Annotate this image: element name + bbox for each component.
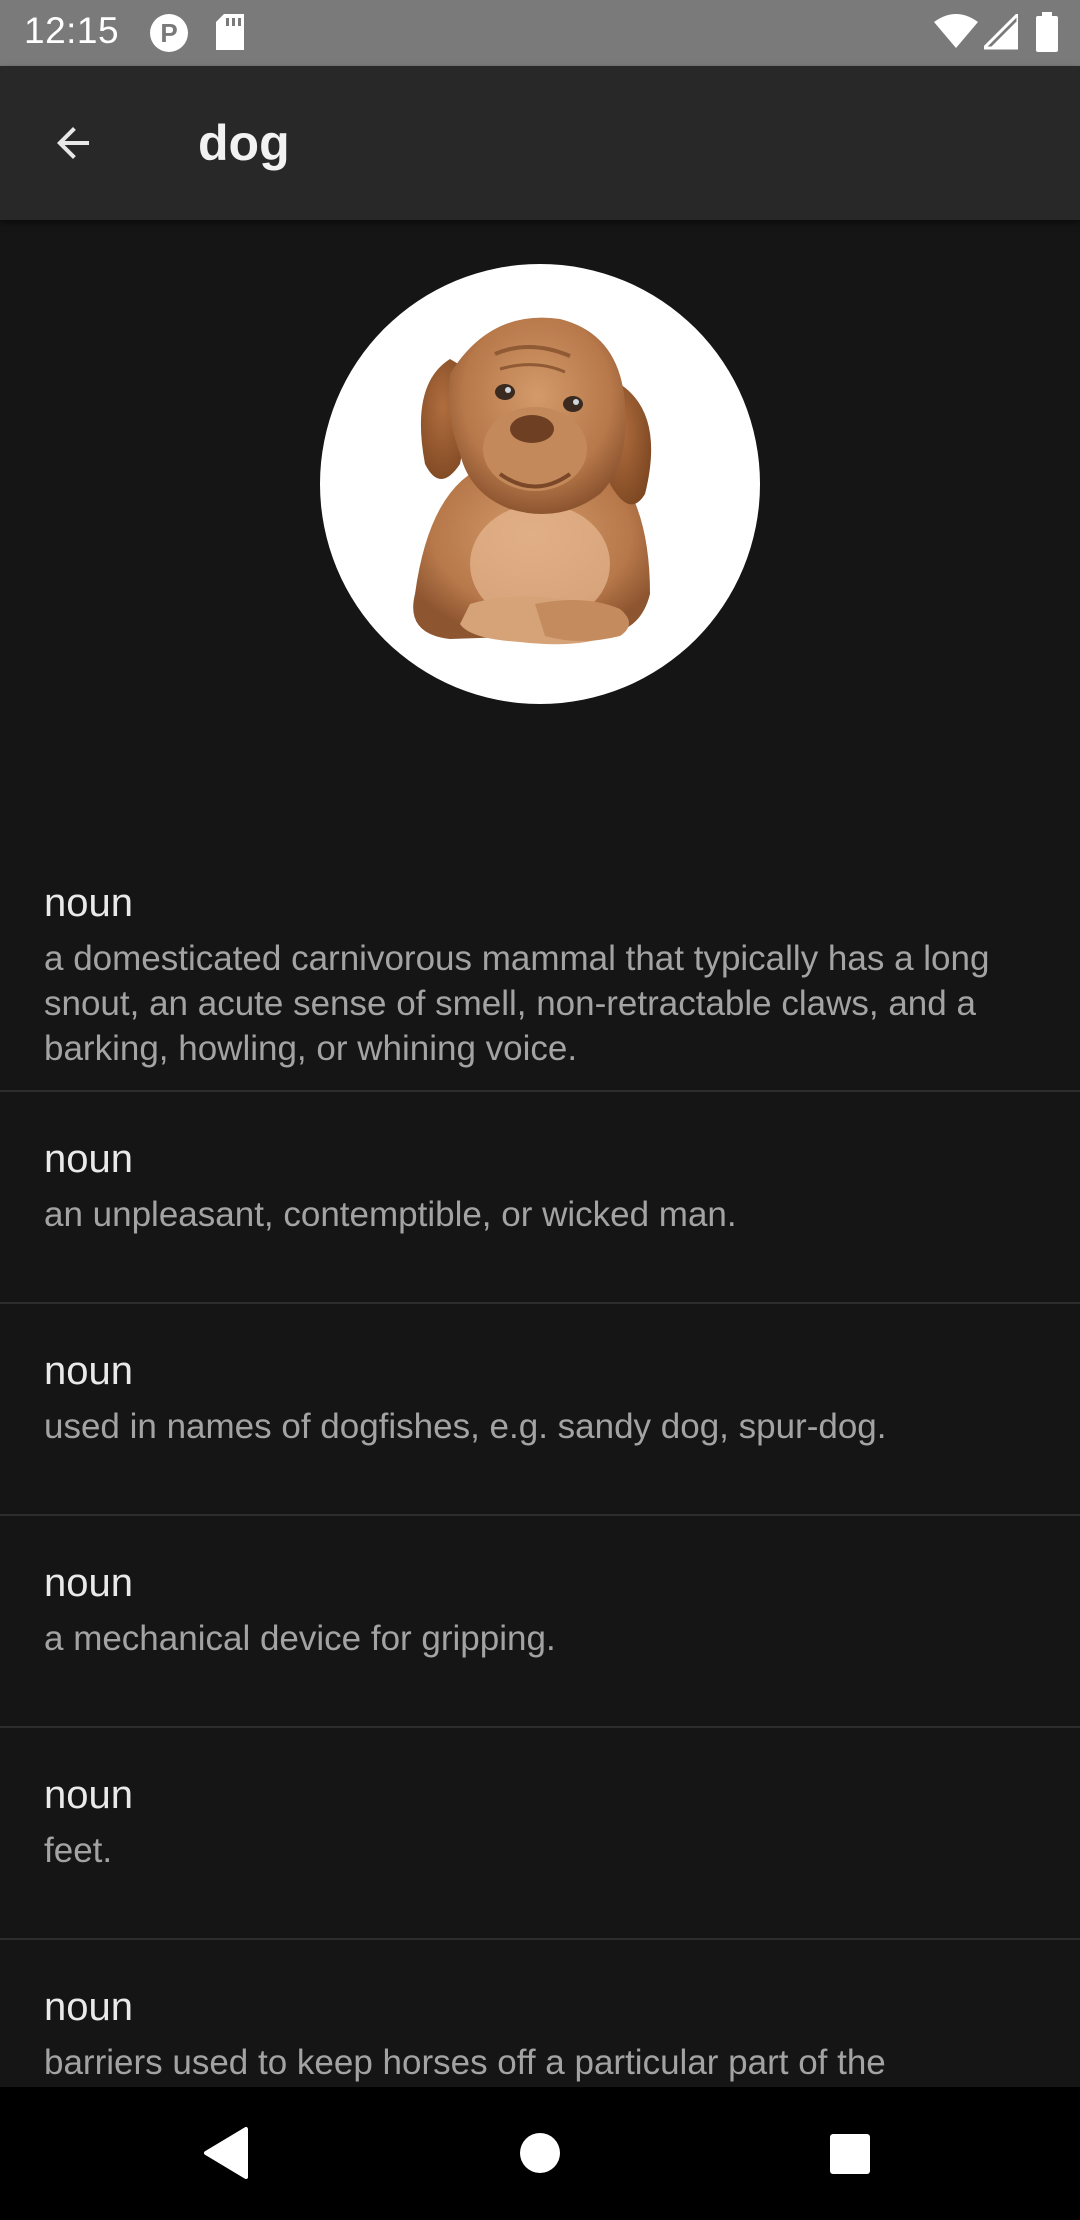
definition-item[interactable]: noun a mechanical device for gripping. (0, 1516, 1080, 1728)
definition-item[interactable]: noun an unpleasant, contemptible, or wic… (0, 1092, 1080, 1304)
part-of-speech: noun (44, 1561, 133, 1605)
app-bar: dog (0, 66, 1080, 220)
definitions-list: noun a domesticated carnivorous mammal t… (0, 860, 1080, 2152)
square-recents-icon[interactable] (830, 2134, 870, 2174)
part-of-speech: noun (44, 1349, 133, 1393)
signal-icon (984, 14, 1018, 50)
parking-notification-icon: P (150, 14, 188, 52)
back-button[interactable] (40, 110, 106, 176)
triangle-back-icon[interactable] (202, 2125, 252, 2181)
definition-item[interactable]: noun used in names of dogfishes, e.g. sa… (0, 1304, 1080, 1516)
circle-home-icon[interactable] (520, 2133, 560, 2173)
part-of-speech: noun (44, 1985, 133, 2029)
screen: 12:15 P dog noun a domesticated carnivor… (0, 0, 1080, 2220)
definition-text: a mechanical device for gripping. (44, 1619, 556, 1658)
battery-icon (1036, 12, 1058, 52)
status-time: 12:15 (24, 10, 120, 51)
status-bar: 12:15 P (0, 0, 1080, 66)
system-navigation-bar (0, 2087, 1080, 2220)
definition-text: barriers used to keep horses off a parti… (44, 2043, 886, 2082)
wifi-icon (934, 14, 978, 48)
page-title: dog (198, 115, 290, 171)
sd-card-icon (216, 14, 244, 50)
definition-text: an unpleasant, contemptible, or wicked m… (44, 1195, 737, 1234)
definition-text: a domesticated carnivorous mammal that t… (44, 939, 990, 1068)
part-of-speech: noun (44, 1773, 133, 1817)
definition-text: feet. (44, 1831, 113, 1870)
arrow-back-icon (57, 127, 89, 159)
definition-item[interactable]: noun feet. (0, 1728, 1080, 1940)
part-of-speech: noun (44, 1137, 133, 1181)
definition-item[interactable]: noun a domesticated carnivorous mammal t… (0, 860, 1080, 1092)
definition-text: used in names of dogfishes, e.g. sandy d… (44, 1407, 887, 1446)
puppy-illustration (413, 317, 652, 645)
dog-image (320, 264, 760, 704)
part-of-speech: noun (44, 881, 133, 925)
